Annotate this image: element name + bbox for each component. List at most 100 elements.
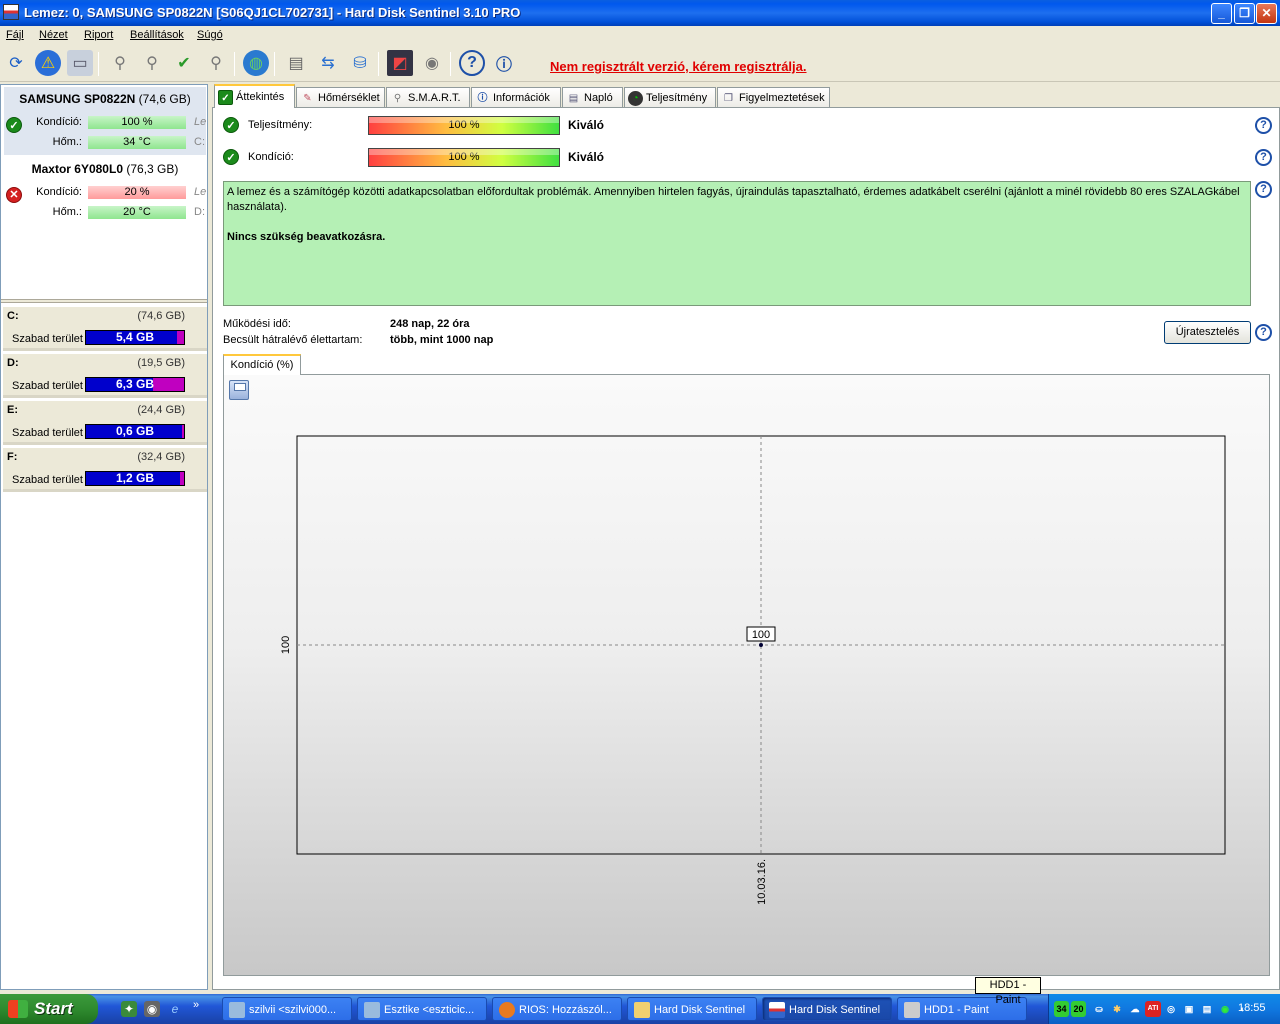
menu-report[interactable]: Riport <box>84 29 113 41</box>
taskbar-task[interactable]: Esztike <eszticic... <box>357 997 487 1021</box>
network-icon[interactable]: ⛁ <box>347 50 373 76</box>
taskbar-task[interactable]: RIOS: Hozzászól... <box>492 997 622 1021</box>
toolbar-separator <box>234 52 235 76</box>
clock[interactable]: 18:55 <box>1238 1002 1266 1014</box>
truncated-text: Le <box>194 186 207 198</box>
tab-temperature[interactable]: ✎ Hőmérséklet <box>296 87 385 108</box>
alert-icon[interactable]: ⚠ <box>35 50 61 76</box>
tab-overview[interactable]: ✓ Áttekintés <box>214 84 295 108</box>
performance-bar: 100 % <box>368 116 560 135</box>
chart-panel: 100 100 10.03.16. <box>223 374 1270 976</box>
toolbar: ⟳ ⚠ ▭ ⚲ ⚲ ✔ ⚲ ◍ ▤ ⇆ ⛁ ◩ ◉ ? ⓘ Nem regisz… <box>0 46 1280 82</box>
tab-information[interactable]: ⓘ Információk <box>471 87 561 108</box>
disk-info-icon[interactable]: ⚲ <box>139 50 165 76</box>
menu-help[interactable]: Súgó <box>197 29 223 41</box>
report-icon[interactable]: ▤ <box>283 50 309 76</box>
free-space-label: Szabad terület <box>12 380 83 392</box>
window-title: Lemez: 0, SAMSUNG SP0822N [S06QJ1CL70273… <box>24 5 521 20</box>
taskbar-task[interactable]: Hard Disk Sentinel <box>627 997 757 1021</box>
menu-file[interactable]: Fájl <box>6 29 24 41</box>
tab-alerts[interactable]: ❐ Figyelmeztetések <box>717 87 830 108</box>
volume-item-e[interactable]: E: (24,4 GB) Szabad terület 0,6 GB <box>3 401 207 445</box>
volume-size: (74,6 GB) <box>137 310 185 322</box>
tray-temp-2[interactable]: 20 <box>1071 1001 1086 1017</box>
monitor-icon[interactable]: ◩ <box>387 50 413 76</box>
free-space-label: Szabad terület <box>12 474 83 486</box>
app-icon[interactable] <box>3 4 19 20</box>
internet-explorer-icon[interactable]: e <box>167 1001 183 1017</box>
gauge-icon: ◔ <box>628 90 643 106</box>
disk-ok-icon[interactable]: ✔ <box>171 50 197 76</box>
taskbar-tooltip: HDD1 - Paint <box>975 977 1041 1006</box>
temp-label: Hőm.: <box>52 206 82 218</box>
condition-bar: 20 % <box>88 186 186 199</box>
sync-icon[interactable]: ⇆ <box>315 50 341 76</box>
volume-item-c[interactable]: C: (74,6 GB) Szabad terület 5,4 GB <box>3 307 207 351</box>
help-icon[interactable]: ? <box>459 50 485 76</box>
quicklaunch-more-icon[interactable]: » <box>193 999 199 1011</box>
tray-icon[interactable]: ▣ <box>1181 1001 1197 1017</box>
taskbar: Start ✦ ◉ e » szilvii <szilvi000... Eszt… <box>0 994 1280 1024</box>
tray-icon[interactable]: ▤ <box>1199 1001 1215 1017</box>
tray-icon[interactable]: ◉ <box>1217 1001 1233 1017</box>
taskbar-task[interactable]: szilvii <szilvi000... <box>222 997 352 1021</box>
menu-view[interactable]: Nézet <box>39 29 68 41</box>
chart-tab-condition[interactable]: Kondíció (%) <box>223 354 301 375</box>
toolbar-separator <box>450 52 451 76</box>
info-icon: ⓘ <box>477 92 488 104</box>
volume-item-f[interactable]: F: (32,4 GB) Szabad terület 1,2 GB <box>3 448 207 492</box>
volume-item-d[interactable]: D: (19,5 GB) Szabad terület 6,3 GB <box>3 354 207 398</box>
register-link[interactable]: Nem regisztrált verzió, kérem regisztrál… <box>550 59 807 74</box>
retest-button[interactable]: Újratesztelés <box>1164 321 1251 344</box>
disk-list-panel: SAMSUNG SP0822N (74,6 GB) ✓ Kondíció: 10… <box>0 84 208 990</box>
network-tray-icon[interactable]: ⛀ <box>1091 1001 1107 1017</box>
info-icon[interactable]: ⓘ <box>491 50 517 76</box>
tray-temp-1[interactable]: 34 <box>1054 1001 1069 1017</box>
ati-icon[interactable]: ATI <box>1145 1001 1161 1017</box>
start-button[interactable]: Start <box>0 994 98 1024</box>
folder-icon <box>634 1002 650 1018</box>
free-space-bar: 1,2 GB <box>85 471 185 486</box>
quicklaunch-icon[interactable]: ◉ <box>144 1001 160 1017</box>
overview-panel: ✓ Teljesítmény: 100 % Kiváló ? ✓ Kondíci… <box>212 107 1280 990</box>
refresh-icon[interactable]: ⟳ <box>3 50 29 76</box>
help-icon[interactable]: ? <box>1255 324 1272 341</box>
tab-log[interactable]: ▤ Napló <box>562 87 623 108</box>
minimize-button[interactable]: _ <box>1211 3 1232 24</box>
tab-strip: ✓ Áttekintés ✎ Hőmérséklet ⚲ S.M.A.R.T. ⓘ In… <box>212 84 1280 108</box>
lifetime-label: Becsült hátralévő élettartam: <box>223 334 363 346</box>
disk-tool-icon[interactable]: ⚲ <box>107 50 133 76</box>
condition-bar: 100 % <box>88 116 186 129</box>
tray-icon[interactable]: ◎ <box>1163 1001 1179 1017</box>
menu-settings[interactable]: Beállítások <box>130 29 184 41</box>
volume-letter: F: <box>7 451 18 463</box>
help-icon[interactable]: ? <box>1255 149 1272 166</box>
free-space-label: Szabad terület <box>12 333 83 345</box>
help-icon[interactable]: ? <box>1255 181 1272 198</box>
toolbar-separator <box>274 52 275 76</box>
help-icon[interactable]: ? <box>1255 117 1272 134</box>
condition-label: Kondíció: <box>36 116 82 128</box>
restore-button[interactable]: ❐ <box>1234 3 1255 24</box>
quicklaunch-icon[interactable]: ✦ <box>121 1001 137 1017</box>
status-description: A lemez és a számítógép közötti adatkapc… <box>223 181 1251 306</box>
tray-icon[interactable]: ✱ <box>1109 1001 1125 1017</box>
tray-icon[interactable]: ☁ <box>1127 1001 1143 1017</box>
tab-smart[interactable]: ⚲ S.M.A.R.T. <box>386 87 470 108</box>
taskbar-task-active[interactable]: Hard Disk Sentinel <box>762 997 892 1021</box>
close-button[interactable]: ✕ <box>1256 3 1277 24</box>
disk-item-samsung[interactable]: SAMSUNG SP0822N (74,6 GB) ✓ Kondíció: 10… <box>4 87 206 155</box>
globe-icon[interactable]: ◍ <box>243 50 269 76</box>
status-error-icon: ✕ <box>6 187 22 203</box>
volume-size: (32,4 GB) <box>137 451 185 463</box>
disk-item-maxtor[interactable]: Maxtor 6Y080L0 (76,3 GB) ✕ Kondíció: 20 … <box>4 157 206 225</box>
disk-name: Maxtor 6Y080L0 (76,3 GB) <box>31 162 179 176</box>
tab-performance[interactable]: ◔ Teljesítmény <box>624 87 716 108</box>
disk-icon[interactable]: ▭ <box>67 50 93 76</box>
disk-test-icon[interactable]: ⚲ <box>203 50 229 76</box>
title-bar: Lemez: 0, SAMSUNG SP0822N [S06QJ1CL70273… <box>0 0 1280 26</box>
windows-logo-icon <box>8 1000 28 1018</box>
description-text: A lemez és a számítógép közötti adatkapc… <box>227 186 1240 213</box>
sound-icon[interactable]: ◉ <box>419 50 445 76</box>
panel-splitter[interactable] <box>1 299 207 303</box>
